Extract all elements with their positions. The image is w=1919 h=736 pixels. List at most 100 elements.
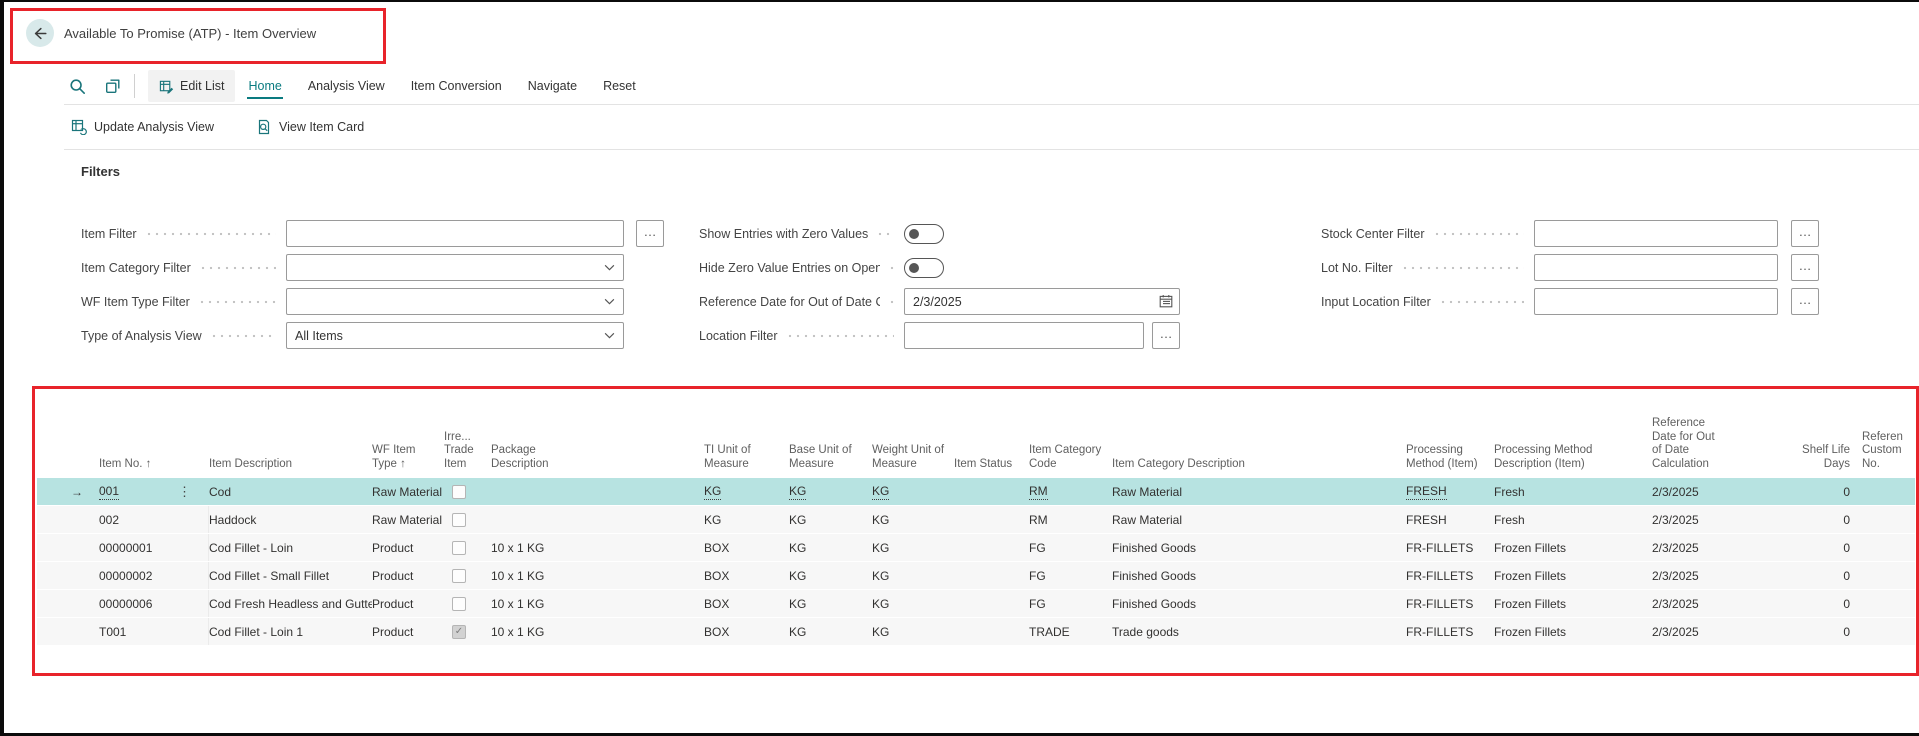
table-row[interactable]: T001Cod Fillet - Loin 1Product✓10 x 1 KG… xyxy=(37,618,1915,645)
cell-wf_type[interactable]: Raw Material xyxy=(372,506,444,533)
cell-shelf_days[interactable]: 0 xyxy=(1794,562,1862,589)
lot-no-filter-input[interactable] xyxy=(1534,254,1778,281)
cell-proc_desc[interactable]: Frozen Fillets xyxy=(1494,534,1652,561)
cell-ti_uom[interactable]: BOX xyxy=(704,618,789,645)
cell-proc_desc[interactable]: Frozen Fillets xyxy=(1494,618,1652,645)
column-header-wf_type[interactable]: WF Item Type ↑ xyxy=(372,392,444,478)
cell-proc_method[interactable]: FR-FILLETS xyxy=(1406,590,1494,617)
cell-cat_desc[interactable]: Trade goods xyxy=(1112,618,1406,645)
popout-button[interactable] xyxy=(105,78,121,94)
cell-ref_date[interactable]: 2/3/2025 xyxy=(1652,562,1794,589)
column-header-item_no[interactable]: Item No. ↑ xyxy=(99,392,209,478)
stock-center-filter-input[interactable] xyxy=(1534,220,1778,247)
table-row[interactable]: 00000002Cod Fillet - Small FilletProduct… xyxy=(37,562,1915,589)
hide-zero-open-tis-toggle[interactable] xyxy=(904,258,944,278)
cell-cat_code[interactable]: RM xyxy=(1029,478,1112,505)
cell-ref_cust[interactable] xyxy=(1862,562,1915,589)
cell-trade[interactable] xyxy=(444,562,491,589)
cell-proc_desc[interactable]: Frozen Fillets xyxy=(1494,562,1652,589)
cell-ref_date[interactable]: 2/3/2025 xyxy=(1652,506,1794,533)
calendar-icon[interactable] xyxy=(1159,294,1173,308)
table-row[interactable]: 002HaddockRaw MaterialKGKGKGRMRaw Materi… xyxy=(37,506,1915,533)
table-row[interactable]: 00000006Cod Fresh Headless and GuttedPro… xyxy=(37,590,1915,617)
cell-weight_uom[interactable]: KG xyxy=(872,562,954,589)
cell-wf_type[interactable]: Raw Material xyxy=(372,478,444,505)
column-header-cat_code[interactable]: Item Category Code xyxy=(1029,392,1112,478)
column-header-status[interactable]: Item Status xyxy=(954,392,1029,478)
column-header-ref_cust[interactable]: Referen Custom No. xyxy=(1862,392,1915,478)
type-of-analysis-view-select[interactable]: All Items xyxy=(286,322,624,349)
cell-weight_uom[interactable]: KG xyxy=(872,590,954,617)
cell-desc[interactable]: Haddock xyxy=(209,506,372,533)
item-filter-assist-button[interactable]: … xyxy=(636,220,664,247)
trade-item-checkbox[interactable] xyxy=(452,513,466,527)
column-header-cat_desc[interactable]: Item Category Description xyxy=(1112,392,1406,478)
cell-proc_desc[interactable]: Fresh xyxy=(1494,506,1652,533)
cell-desc[interactable]: Cod xyxy=(209,478,372,505)
cell-base_uom[interactable]: KG xyxy=(789,562,872,589)
cell-cat_code[interactable]: FG xyxy=(1029,590,1112,617)
cell-wf_type[interactable]: Product xyxy=(372,618,444,645)
cell-cat_code[interactable]: FG xyxy=(1029,562,1112,589)
column-header-ti_uom[interactable]: TI Unit of Measure xyxy=(704,392,789,478)
cell-base_uom[interactable]: KG xyxy=(789,534,872,561)
column-header-ref_date[interactable]: Reference Date for Out of Date Calculati… xyxy=(1652,392,1794,478)
cell-ti_uom[interactable]: BOX xyxy=(704,590,789,617)
cell-status[interactable] xyxy=(954,590,1029,617)
cell-cat_code[interactable]: RM xyxy=(1029,506,1112,533)
cell-package[interactable]: 10 x 1 KG xyxy=(491,534,704,561)
row-selector-gutter[interactable]: → xyxy=(37,485,99,499)
cell-cat_code[interactable]: FG xyxy=(1029,534,1112,561)
cell-proc_desc[interactable]: Frozen Fillets xyxy=(1494,590,1652,617)
cell-ref_date[interactable]: 2/3/2025 xyxy=(1652,618,1794,645)
reference-date-input[interactable] xyxy=(904,288,1180,315)
cell-ref_cust[interactable] xyxy=(1862,590,1915,617)
cell-trade[interactable] xyxy=(444,478,491,505)
cell-item_no[interactable]: 001⋮ xyxy=(99,478,209,505)
cell-desc[interactable]: Cod Fillet - Loin xyxy=(209,534,372,561)
cell-desc[interactable]: Cod Fresh Headless and Gutted xyxy=(209,590,372,617)
update-analysis-view-button[interactable]: Update Analysis View xyxy=(71,119,214,135)
cell-status[interactable] xyxy=(954,506,1029,533)
cell-shelf_days[interactable]: 0 xyxy=(1794,506,1862,533)
cell-package[interactable]: 10 x 1 KG xyxy=(491,562,704,589)
cell-proc_method[interactable]: FRESH xyxy=(1406,506,1494,533)
table-row[interactable]: →001⋮CodRaw MaterialKGKGKGRMRaw Material… xyxy=(37,478,1915,505)
show-zero-values-toggle[interactable] xyxy=(904,224,944,244)
cell-ti_uom[interactable]: BOX xyxy=(704,534,789,561)
cell-desc[interactable]: Cod Fillet - Loin 1 xyxy=(209,618,372,645)
cell-weight_uom[interactable]: KG xyxy=(872,534,954,561)
location-filter-input[interactable] xyxy=(904,322,1144,349)
cell-proc_method[interactable]: FRESH xyxy=(1406,478,1494,505)
column-header-weight_uom[interactable]: Weight Unit of Measure xyxy=(872,392,954,478)
cell-shelf_days[interactable]: 0 xyxy=(1794,534,1862,561)
cell-package[interactable] xyxy=(491,478,704,505)
cell-item_no[interactable]: 00000001 xyxy=(99,534,209,561)
cell-ti_uom[interactable]: KG xyxy=(704,506,789,533)
cell-weight_uom[interactable]: KG xyxy=(872,506,954,533)
tab-home[interactable]: Home xyxy=(247,70,282,102)
cell-trade[interactable]: ✓ xyxy=(444,618,491,645)
column-header-package[interactable]: Package Description xyxy=(491,392,704,478)
cell-weight_uom[interactable]: KG xyxy=(872,478,954,505)
trade-item-checkbox[interactable] xyxy=(452,541,466,555)
cell-weight_uom[interactable]: KG xyxy=(872,618,954,645)
cell-wf_type[interactable]: Product xyxy=(372,590,444,617)
cell-status[interactable] xyxy=(954,618,1029,645)
cell-wf_type[interactable]: Product xyxy=(372,562,444,589)
cell-ref_cust[interactable] xyxy=(1862,478,1915,505)
trade-item-checkbox[interactable] xyxy=(452,569,466,583)
back-button[interactable] xyxy=(26,19,54,47)
tab-reset[interactable]: Reset xyxy=(602,70,637,102)
cell-cat_desc[interactable]: Raw Material xyxy=(1112,478,1406,505)
edit-list-button[interactable]: Edit List xyxy=(148,70,235,102)
cell-base_uom[interactable]: KG xyxy=(789,478,872,505)
item-category-filter-select[interactable] xyxy=(286,254,624,281)
location-filter-assist-button[interactable]: … xyxy=(1152,322,1180,349)
cell-proc_method[interactable]: FR-FILLETS xyxy=(1406,618,1494,645)
cell-trade[interactable] xyxy=(444,534,491,561)
cell-item_no[interactable]: 00000006 xyxy=(99,590,209,617)
cell-ti_uom[interactable]: BOX xyxy=(704,562,789,589)
view-item-card-button[interactable]: View Item Card xyxy=(256,119,364,135)
cell-wf_type[interactable]: Product xyxy=(372,534,444,561)
